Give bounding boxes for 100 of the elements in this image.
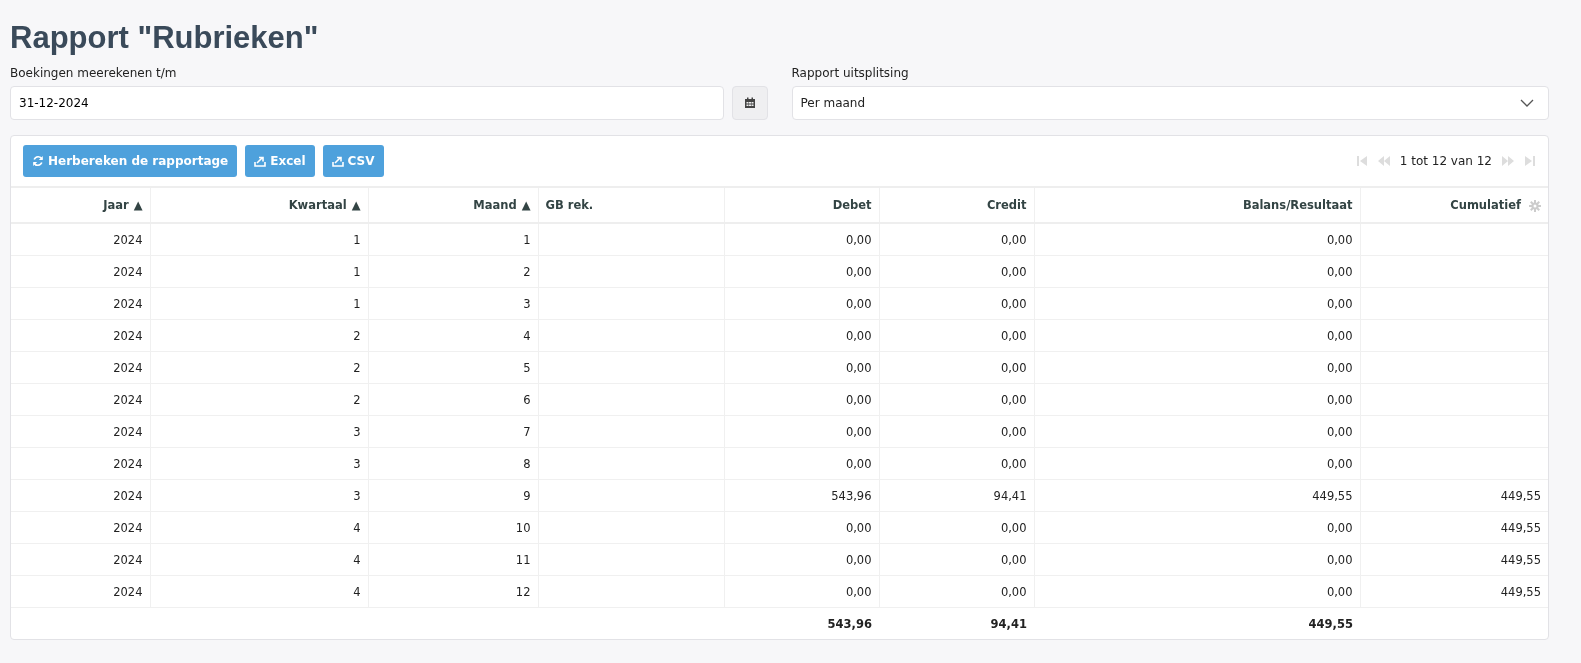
table-cell: 449,55 [1500,488,1541,503]
chevron-down-icon [1520,99,1534,107]
table-cell: 449,55 [1500,520,1541,535]
report-split-dropdown[interactable]: Per maand [791,86,1549,120]
table-cell: 1 [353,296,361,311]
table-cell: 0,00 [1000,392,1027,407]
table-cell: 3 [353,456,361,471]
column-header[interactable]: Balans/Resultaat [1034,188,1360,223]
table-cell: 0,00 [845,360,872,375]
table-cell: 0,00 [1000,232,1027,247]
table-cell: 0,00 [1000,424,1027,439]
table-cell: 543,96 [831,488,872,503]
table-cell: 0,00 [1326,520,1353,535]
settings-icon[interactable] [1529,199,1541,212]
table-cell: 0,00 [845,232,872,247]
table-cell: 5 [523,360,531,375]
table-cell: 94,41 [993,488,1027,503]
pagination-text: 1 tot 12 van 12 [1399,154,1492,168]
table-cell: 10 [515,520,531,535]
table-cell: 0,00 [845,264,872,279]
table-cell: 0,00 [1000,360,1027,375]
total-cell: 449,55 [1308,616,1353,631]
table-cell: 0,00 [1000,296,1027,311]
total-cell: 543,96 [827,616,872,631]
sort-indicator: ▲ [521,198,531,212]
table-cell: 1 [353,264,361,279]
table-cell: 2 [523,264,531,279]
table-cell: 449,55 [1312,488,1353,503]
table-cell: 9 [523,488,531,503]
column-header[interactable]: Debet [724,188,879,223]
table-cell: 0,00 [1000,520,1027,535]
table-cell: 2024 [113,456,143,471]
table-cell: 2024 [113,520,143,535]
table-cell: 0,00 [845,392,872,407]
table-cell: 0,00 [1000,264,1027,279]
export-icon [331,155,344,167]
refresh-icon [32,155,44,167]
table-cell: 0,00 [1326,296,1353,311]
column-header[interactable]: Maand ▲ [368,188,538,223]
table-cell: 2 [353,328,361,343]
export-icon [254,155,267,167]
table-cell: 0,00 [845,456,872,471]
table-cell: 2024 [113,296,143,311]
calendar-icon [743,97,756,109]
table-cell: 0,00 [1326,584,1353,599]
table-cell: 0,00 [1326,360,1353,375]
sort-indicator: ▲ [133,198,143,212]
table-cell: 3 [523,296,531,311]
table-cell: 2024 [113,232,143,247]
calendar-button[interactable] [731,86,768,120]
table-cell: 1 [353,232,361,247]
table-cell: 4 [353,520,361,535]
table-cell: 0,00 [1000,584,1027,599]
table-cell: 0,00 [1000,456,1027,471]
table-cell: 0,00 [1000,552,1027,567]
table-cell: 2024 [113,264,143,279]
table-cell: 0,00 [1326,456,1353,471]
table-cell: 0,00 [1000,328,1027,343]
table-cell: 0,00 [845,328,872,343]
table-cell: 2 [353,392,361,407]
column-header[interactable]: Kwartaal ▲ [150,188,368,223]
table-cell: 3 [353,488,361,503]
table-cell: 0,00 [1326,264,1353,279]
column-header[interactable]: Jaar ▲ [11,188,150,223]
table-cell: 4 [353,552,361,567]
total-cell: 94,41 [990,616,1027,631]
date-input-field[interactable]: 31-12-2024 [10,86,724,120]
table-cell: 7 [523,424,531,439]
table-cell: 12 [515,584,531,599]
table-cell: 0,00 [1326,328,1353,343]
table-cell: 0,00 [1326,392,1353,407]
table-cell: 0,00 [1326,232,1353,247]
table-cell: 0,00 [845,584,872,599]
field-label: Boekingen meerekenen t/m [10,66,178,80]
table-cell: 8 [523,456,531,471]
table-cell: 2024 [113,360,143,375]
table-cell: 449,55 [1500,552,1541,567]
table-cell: 2024 [113,552,143,567]
table-cell: 2024 [113,488,143,503]
table-cell: 0,00 [845,520,872,535]
field-label: Rapport uitsplitsing [791,66,910,80]
table-cell: 0,00 [1326,552,1353,567]
page-title: Rapport "Rubrieken" [10,20,320,56]
column-header[interactable]: Credit [879,188,1034,223]
table-cell: 3 [353,424,361,439]
table-cell: 2024 [113,584,143,599]
table-cell: 2024 [113,392,143,407]
table-cell: 2 [353,360,361,375]
column-header[interactable]: Cumulatief [1360,188,1548,223]
table-cell: 1 [523,232,531,247]
column-header[interactable]: GB rek. [538,188,724,223]
table-cell: 0,00 [845,424,872,439]
table-cell: 0,00 [845,296,872,311]
table-cell: 6 [523,392,531,407]
table-cell: 4 [353,584,361,599]
table-cell: 0,00 [845,552,872,567]
table-cell: 2024 [113,424,143,439]
table-cell: 0,00 [1326,424,1353,439]
table-cell: 4 [523,328,531,343]
table-cell: 11 [515,552,531,567]
